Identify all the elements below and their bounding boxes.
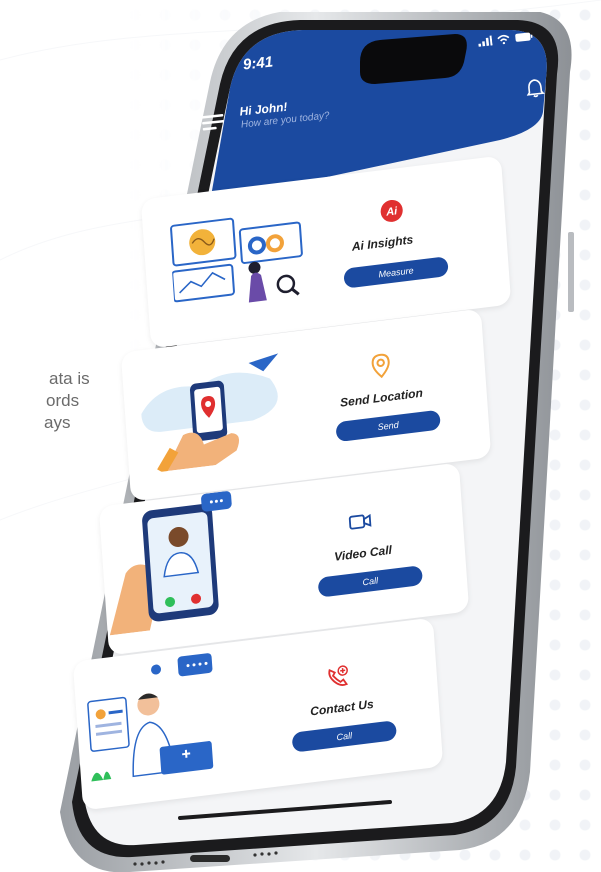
video-camera-icon [348,513,372,530]
contact-us-illustration [87,653,214,782]
card-title: Video Call [333,542,393,564]
video-call-illustration [109,491,232,636]
contact-call-button[interactable]: Call [291,720,398,753]
ai-insights-illustration [170,217,303,303]
svg-text:Ai: Ai [385,205,399,218]
menu-icon[interactable] [201,113,225,131]
battery-icon [515,32,533,42]
card-title: Contact Us [309,696,375,719]
bell-icon[interactable] [525,77,545,99]
phone-plus-icon [328,665,349,686]
signal-icon [478,35,493,47]
location-pin-icon [371,353,390,379]
video-call-button[interactable]: Call [317,565,424,598]
card-title: Send Location [339,385,424,410]
ai-logo-icon: Ai [380,199,403,222]
send-button[interactable]: Send [335,409,441,443]
phone-mockup: 9:41 Hi John! How are you today? Ai Ai I… [60,12,580,872]
send-location-illustration [141,353,279,474]
measure-button[interactable]: Measure [343,256,449,289]
wifi-icon [497,34,510,45]
status-time: 9:41 [242,53,274,74]
card-title: Ai Insights [351,232,414,254]
